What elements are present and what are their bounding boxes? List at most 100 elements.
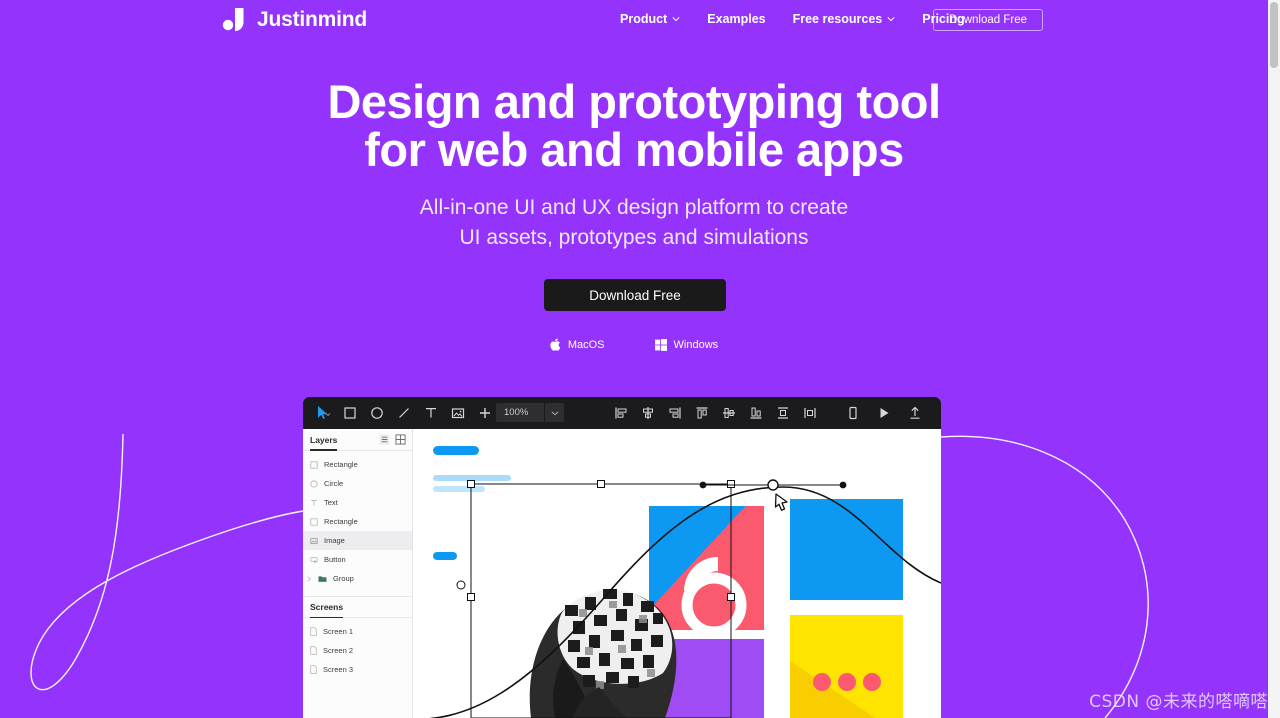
line-icon[interactable] — [396, 405, 412, 421]
upload-icon[interactable] — [907, 405, 923, 421]
download-macos-link[interactable]: MacOS — [550, 338, 605, 351]
landing-page: Justinmind Product Examples Free resourc… — [0, 0, 1280, 718]
align-top-icon[interactable] — [694, 405, 710, 421]
screen-item[interactable]: Screen 1 — [303, 622, 412, 641]
zoom-level-select[interactable]: 100% — [496, 403, 564, 422]
layer-item[interactable]: Text — [303, 493, 412, 512]
toolbar-align-tools — [613, 397, 818, 429]
toolbar-right-tools — [845, 397, 923, 429]
square-icon — [310, 517, 318, 526]
layer-item-label: Rectangle — [324, 517, 358, 526]
app-workspace: Layers Rectangle Circle Text Rectangle I… — [303, 429, 941, 718]
screens-list: Screen 1 Screen 2 Screen 3 — [303, 618, 412, 679]
align-right-icon[interactable] — [667, 405, 683, 421]
document-icon — [310, 665, 317, 674]
yellow-card — [790, 615, 903, 718]
layers-panel-title: Layers — [310, 434, 338, 451]
screen-item-label: Screen 3 — [323, 665, 354, 674]
screens-panel-header: Screens — [303, 596, 412, 618]
layer-item-group[interactable]: Group — [303, 569, 412, 588]
browser-scrollbar[interactable] — [1268, 0, 1280, 718]
nav-item-product-label: Product — [620, 12, 668, 26]
nav-item-examples-label: Examples — [707, 12, 766, 26]
layer-item-label: Image — [324, 536, 345, 545]
text-icon — [311, 499, 317, 506]
nav-item-examples[interactable]: Examples — [707, 12, 765, 26]
image-icon — [310, 537, 318, 544]
nav-download-free-button[interactable]: Download Free — [933, 9, 1043, 31]
windows-icon — [654, 338, 667, 351]
chevron-down-icon — [887, 17, 895, 22]
csdn-watermark: CSDN @未来的嗒嘀嗒 — [1089, 692, 1268, 712]
headline-line-1: Design and prototyping tool — [327, 75, 941, 128]
blue-card-right — [790, 499, 903, 600]
swirl-left — [30, 433, 311, 691]
logo[interactable]: Justinmind — [222, 7, 367, 33]
chevron-down-icon — [672, 17, 680, 22]
os-download-options: MacOS Windows — [0, 338, 1268, 351]
nav-item-free-resources-label: Free resources — [792, 12, 883, 26]
align-bottom-icon[interactable] — [748, 405, 764, 421]
distribute-h-icon[interactable] — [802, 405, 818, 421]
align-middle-v-icon[interactable] — [721, 405, 737, 421]
download-windows-link[interactable]: Windows — [654, 338, 718, 351]
cursor-icon[interactable] — [315, 405, 331, 421]
play-icon[interactable] — [876, 405, 892, 421]
screen-item[interactable]: Screen 2 — [303, 641, 412, 660]
hero-subtitle: All-in-one UI and UX design platform to … — [0, 193, 1268, 253]
align-center-h-icon[interactable] — [640, 405, 656, 421]
layer-item[interactable]: Rectangle — [303, 512, 412, 531]
screen-item-label: Screen 1 — [323, 627, 354, 636]
screen-item-label: Screen 2 — [323, 646, 354, 655]
subtitle-line-1: All-in-one UI and UX design platform to … — [419, 196, 849, 219]
button-icon — [310, 556, 318, 563]
image-icon[interactable] — [450, 405, 466, 421]
hero-download-free-button[interactable]: Download Free — [544, 279, 726, 311]
distribute-v-icon[interactable] — [775, 405, 791, 421]
page-title: Design and prototyping tool for web and … — [0, 78, 1268, 174]
chevron-down-icon — [545, 409, 564, 417]
blue-bar-small — [433, 552, 457, 560]
screens-panel-title: Screens — [310, 602, 344, 618]
bezier-handle — [699, 479, 847, 491]
phone-icon[interactable] — [845, 405, 861, 421]
document-icon — [310, 627, 317, 636]
layer-item-label: Button — [324, 555, 346, 564]
grid-view-icon[interactable] — [395, 434, 406, 445]
pen-tool-cursor — [774, 493, 788, 511]
light-blue-bar-2 — [433, 486, 485, 492]
layer-item-label: Rectangle — [324, 460, 358, 469]
nav-links: Product Examples Free resources Pricing — [620, 12, 965, 26]
scrollbar-thumb[interactable] — [1270, 2, 1278, 68]
plus-icon[interactable] — [477, 405, 493, 421]
square-icon — [310, 460, 318, 469]
circle-icon[interactable] — [369, 405, 385, 421]
square-icon[interactable] — [342, 405, 358, 421]
text-icon[interactable] — [423, 405, 439, 421]
screen-item[interactable]: Screen 3 — [303, 660, 412, 679]
logo-text: Justinmind — [257, 8, 368, 31]
folder-icon — [318, 575, 327, 582]
download-macos-label: MacOS — [567, 338, 605, 351]
top-navigation: Justinmind Product Examples Free resourc… — [0, 0, 1268, 42]
swirl-right — [940, 435, 1149, 718]
layer-item[interactable]: Circle — [303, 474, 412, 493]
layer-item-selected[interactable]: Image — [303, 531, 412, 550]
document-icon — [310, 646, 317, 655]
nav-item-product[interactable]: Product — [620, 12, 680, 26]
layer-item-label: Circle — [324, 479, 344, 488]
layer-item[interactable]: Button — [303, 550, 412, 569]
headline-line-2: for web and mobile apps — [364, 123, 904, 176]
app-mockup: 100% Layers Rectangle Circle Text Rectan… — [303, 397, 941, 718]
chevron-right-icon[interactable] — [306, 575, 312, 583]
layers-panel-view-toggles — [379, 434, 406, 445]
align-left-icon[interactable] — [613, 405, 629, 421]
canvas-artwork — [427, 446, 941, 718]
justinmind-logo-icon — [222, 8, 244, 31]
design-canvas[interactable] — [413, 429, 941, 718]
circle-icon — [310, 479, 318, 488]
nav-item-free-resources[interactable]: Free resources — [793, 12, 896, 26]
pink-dot — [863, 673, 881, 691]
list-view-icon[interactable] — [379, 434, 390, 445]
layer-item[interactable]: Rectangle — [303, 455, 412, 474]
